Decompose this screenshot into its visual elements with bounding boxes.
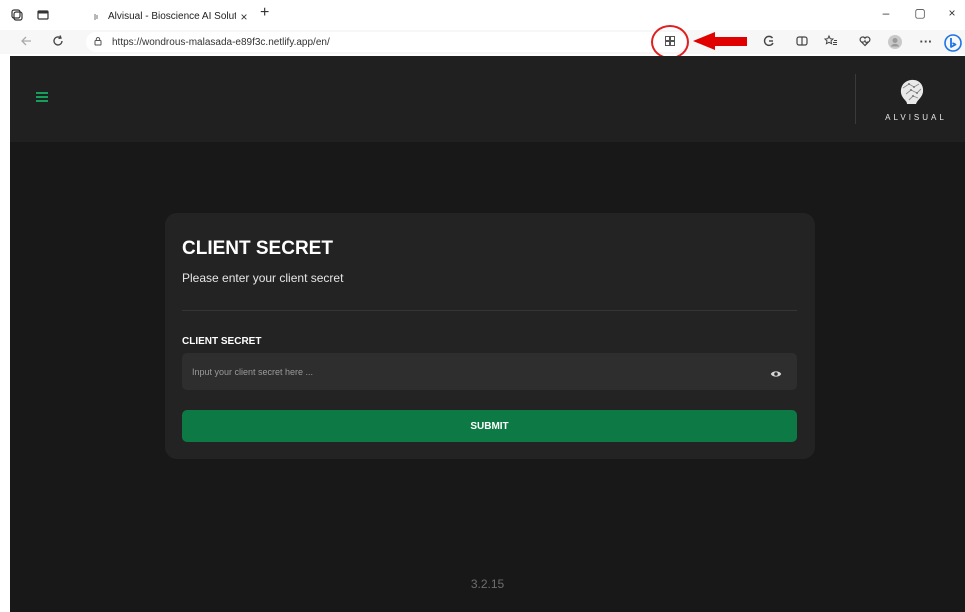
browser-window: Alvisual - Bioscience AI Solution × + – … xyxy=(0,0,965,612)
app-header: ALVISUAL xyxy=(10,56,965,142)
client-secret-field xyxy=(182,353,797,390)
new-tab-button[interactable]: + xyxy=(260,4,269,22)
eye-icon[interactable] xyxy=(770,366,782,377)
client-secret-label: CLIENT SECRET xyxy=(182,336,262,347)
favorites-icon[interactable] xyxy=(823,34,839,50)
address-bar[interactable]: https://wondrous-malasada-e89f3c.netlify… xyxy=(86,32,686,52)
browser-essentials-icon[interactable] xyxy=(761,34,777,50)
card-title: CLIENT SECRET xyxy=(182,238,333,259)
url-text: https://wondrous-malasada-e89f3c.netlify… xyxy=(112,36,330,48)
minimize-button[interactable]: – xyxy=(874,6,898,20)
header-divider xyxy=(855,74,856,124)
workspaces-icon[interactable] xyxy=(10,8,24,22)
settings-more-button[interactable]: ··· xyxy=(918,34,934,50)
client-secret-card: CLIENT SECRET Please enter your client s… xyxy=(165,213,815,459)
performance-icon[interactable] xyxy=(857,34,873,50)
menu-icon[interactable] xyxy=(36,92,48,102)
tab-title: Alvisual - Bioscience AI Solution xyxy=(108,11,236,22)
refresh-icon[interactable] xyxy=(50,34,66,50)
close-window-button[interactable]: × xyxy=(940,6,964,20)
tab-strip: Alvisual - Bioscience AI Solution × + – … xyxy=(0,0,965,30)
loading-icon xyxy=(92,12,102,22)
tab-actions-icon[interactable] xyxy=(36,8,50,22)
annotation-arrow-icon xyxy=(693,32,747,50)
profile-avatar[interactable] xyxy=(887,34,903,50)
page-info-icon[interactable] xyxy=(92,36,104,48)
brand-name: ALVISUAL xyxy=(885,113,947,122)
client-secret-input[interactable] xyxy=(182,353,762,390)
card-divider xyxy=(182,310,797,311)
split-screen-icon[interactable] xyxy=(794,34,810,50)
copilot-icon[interactable] xyxy=(944,34,962,52)
restore-button[interactable]: ▢ xyxy=(908,6,932,20)
tab-close-icon[interactable]: × xyxy=(236,10,252,24)
tab-alvisual[interactable]: Alvisual - Bioscience AI Solution × xyxy=(84,3,252,30)
navigation-bar: https://wondrous-malasada-e89f3c.netlify… xyxy=(0,30,965,54)
card-subtitle: Please enter your client secret xyxy=(182,271,344,285)
annotation-circle xyxy=(651,25,689,59)
page-viewport: ALVISUAL CLIENT SECRET Please enter your… xyxy=(10,56,965,612)
back-icon[interactable] xyxy=(18,34,34,50)
version-label: 3.2.15 xyxy=(470,577,505,591)
alvisual-logo-icon xyxy=(894,76,928,108)
submit-button[interactable]: SUBMIT xyxy=(182,410,797,442)
